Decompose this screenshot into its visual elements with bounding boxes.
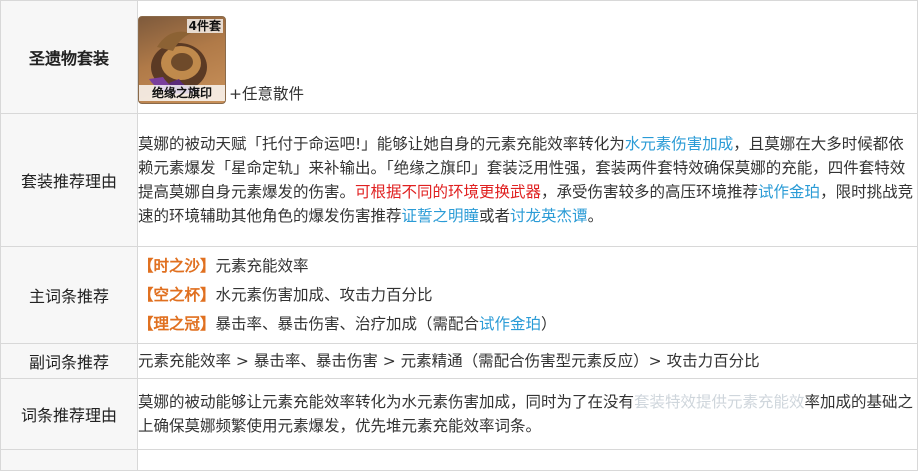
sub-stats-cell: 元素充能效率 > 暴击率、暴击伤害 > 元素精通（需配合伤害型元素反应）> 攻击… xyxy=(137,343,918,379)
stat-text: 水元素伤害加成、攻击力百分比 xyxy=(215,285,433,304)
row-set-reason: 套装推荐理由 莫娜的被动天赋「托付于命运吧!」能够让她自身的元素充能效率转化为水… xyxy=(0,113,918,247)
main-stats-cell: 【时之沙】元素充能效率 【空之杯】水元素伤害加成、攻击力百分比 【理之冠】暴击率… xyxy=(137,246,918,344)
link-prototype-amber[interactable]: 试作金珀 xyxy=(479,315,541,333)
main-stat-circlet: 【理之冠】暴击率、暴击伤害、治疗加成（需配合试作金珀） xyxy=(138,310,917,339)
link-hydro-dmg[interactable]: 水元素伤害加成 xyxy=(625,135,734,153)
set-name-label: 绝缘之旗印 xyxy=(139,84,225,101)
row-label: 主词条推荐 xyxy=(0,246,138,344)
row-sub-stats: 副词条推荐 元素充能效率 > 暴击率、暴击伤害 > 元素精通（需配合伤害型元素反… xyxy=(0,343,918,379)
row-label: 圣遗物套装 xyxy=(0,0,138,114)
row-artifact-set: 圣遗物套装 4件套 绝缘之旗印 +任意散件 xyxy=(0,0,918,114)
row-label: 词条推荐理由 xyxy=(0,378,138,450)
row-main-stats: 主词条推荐 【时之沙】元素充能效率 【空之杯】水元素伤害加成、攻击力百分比 【理… xyxy=(0,246,918,344)
row-label-empty xyxy=(0,449,138,471)
faded-overlay-text: 套装特效提供元素充能效 xyxy=(634,393,805,411)
empty-cell xyxy=(137,449,918,471)
reason-text: 莫娜的被动能够让元素充能效率转化为水元素伤害加成，同时为了在没有 xyxy=(138,393,635,411)
reason-text: 。 xyxy=(587,207,604,225)
row-label: 套装推荐理由 xyxy=(0,113,138,247)
row-label: 副词条推荐 xyxy=(0,343,138,379)
warning-text: 可根据不同的环境更换武器 xyxy=(355,183,542,201)
slot-tag: 【时之沙】 xyxy=(138,256,216,275)
stat-text: 元素充能效率 xyxy=(215,256,309,275)
link-oathsworn-eye[interactable]: 证誓之明瞳 xyxy=(402,207,480,225)
extra-pieces-text: +任意散件 xyxy=(229,84,304,103)
main-stat-goblet: 【空之杯】水元素伤害加成、攻击力百分比 xyxy=(138,281,917,310)
row-empty xyxy=(0,449,918,471)
slot-tag: 【理之冠】 xyxy=(138,314,216,333)
reason-text: ，承受伤害较多的高压环境推荐 xyxy=(541,183,759,201)
stat-reason-cell: 莫娜的被动能够让元素充能效率转化为水元素伤害加成，同时为了在没有套装特效提供元素… xyxy=(137,378,918,450)
main-stat-sands: 【时之沙】元素充能效率 xyxy=(138,252,917,281)
slot-tag: 【空之杯】 xyxy=(138,285,216,304)
link-thrilling-tales[interactable]: 讨龙英杰谭 xyxy=(510,207,588,225)
piece-count-badge: 4件套 xyxy=(186,18,223,33)
artifact-set-cell: 4件套 绝缘之旗印 +任意散件 xyxy=(137,0,918,114)
stat-text: 暴击率、暴击伤害、治疗加成（需配合 xyxy=(215,314,480,333)
stat-text: ） xyxy=(541,314,557,333)
set-reason-cell: 莫娜的被动天赋「托付于命运吧!」能够让她自身的元素充能效率转化为水元素伤害加成 ，… xyxy=(137,113,918,247)
row-stat-reason: 词条推荐理由 莫娜的被动能够让元素充能效率转化为水元素伤害加成，同时为了在没有套… xyxy=(0,378,918,450)
build-table: 圣遗物套装 4件套 绝缘之旗印 +任意散件 套装推荐理由 莫娜的被动天赋「托付于… xyxy=(0,0,918,471)
link-prototype-amber[interactable]: 试作金珀 xyxy=(758,183,820,201)
reason-text: 莫娜的被动天赋「托付于命运吧!」能够让她自身的元素充能效率转化为 xyxy=(138,135,625,153)
reason-text: 或者 xyxy=(479,207,511,225)
artifact-card[interactable]: 4件套 绝缘之旗印 xyxy=(138,15,226,104)
